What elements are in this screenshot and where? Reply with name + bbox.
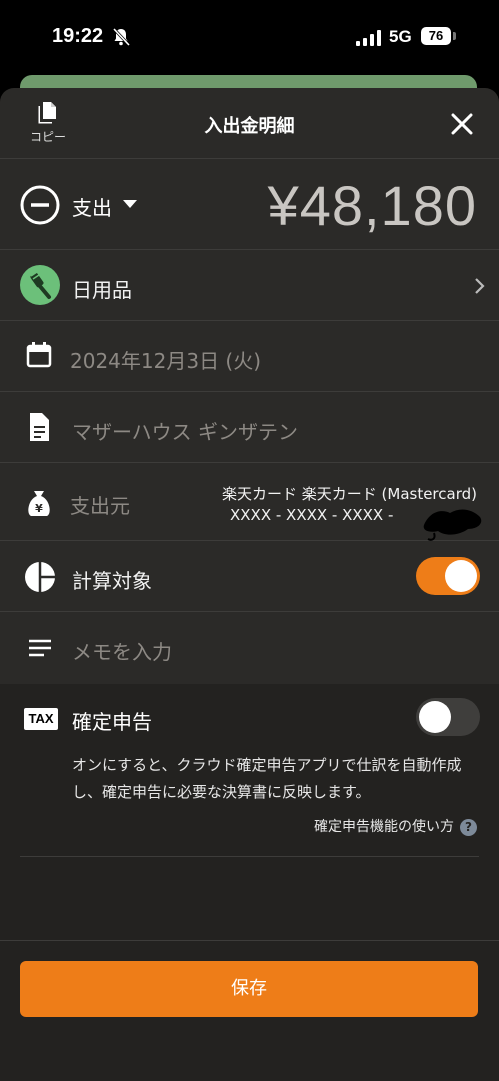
type-amount-row: 支出 ¥48,180 [0,158,499,250]
battery-icon: 76 [421,27,451,45]
date-row[interactable]: 2024年12月3日 (火) [0,320,499,392]
calendar-icon [26,342,52,368]
minus-circle-icon [20,185,60,225]
page-title: 入出金明細 [204,116,295,137]
category-label: 日用品 [72,278,132,302]
category-row[interactable]: 日用品 [0,249,499,321]
memo-input: メモを入力 [72,640,172,664]
pie-chart-icon [25,561,56,593]
tax-badge-icon: TAX [24,708,58,730]
toggle-knob [445,560,477,592]
tax-help-link[interactable]: 確定申告機能の使い方? [314,816,477,836]
shop-row[interactable]: マザーハウス ギンザテン [0,391,499,463]
svg-text:¥: ¥ [35,502,43,515]
calculation-target-row: 計算対象 [0,540,499,612]
redaction-scribble [423,509,482,541]
tax-return-label: 確定申告 [72,710,152,734]
memo-row[interactable]: メモを入力 [0,611,499,684]
source-label: 支出元 [70,494,130,518]
amount-value[interactable]: ¥48,180 [268,173,477,238]
calculation-target-toggle[interactable] [416,557,480,595]
type-label: 支出 [72,196,112,220]
tax-return-description: オンにすると、クラウド確定申告アプリで仕訳を自動作成し、確定申告に必要な決算書に… [72,756,462,801]
toggle-knob [419,701,451,733]
status-bar: 19:22 5G 76 [0,0,499,75]
type-selector[interactable]: 支出 [20,185,150,225]
calculation-target-label: 計算対象 [72,569,152,593]
shop-name: マザーハウス ギンザテン [72,420,298,444]
sheet-footer: 保存 [0,940,499,1081]
source-account-line1: 楽天カード 楽天カード (Mastercard) [221,485,477,503]
question-icon: ? [460,818,477,836]
sheet-header: コピー 入出金明細 [0,88,499,158]
save-button[interactable]: 保存 [20,961,478,1017]
close-icon[interactable] [448,110,476,138]
toothbrush-icon [20,265,60,305]
tax-help-link-text: 確定申告機能の使い方 [314,819,454,835]
bell-off-icon [112,27,131,47]
cellular-signal-icon [356,30,381,46]
chevron-right-icon [475,278,485,294]
money-bag-icon: ¥ [28,491,50,516]
transaction-detail-sheet: コピー 入出金明細 支出 ¥48,180 日用品 2024年12月3日 (火) … [0,88,499,1081]
divider [20,856,479,857]
date-value: 2024年12月3日 (火) [70,349,262,373]
source-account-line2: XXXX - XXXX - XXXX - [230,506,394,524]
status-time: 19:22 [52,25,104,47]
notes-lines-icon [29,639,51,657]
tax-return-section: TAX 確定申告 オンにすると、クラウド確定申告アプリで仕訳を自動作成し、確定申… [0,684,499,940]
tax-return-toggle[interactable] [416,698,480,736]
network-type: 5G [389,27,412,46]
caret-down-icon [123,200,137,208]
battery-tip [453,32,456,40]
document-icon [30,413,49,441]
